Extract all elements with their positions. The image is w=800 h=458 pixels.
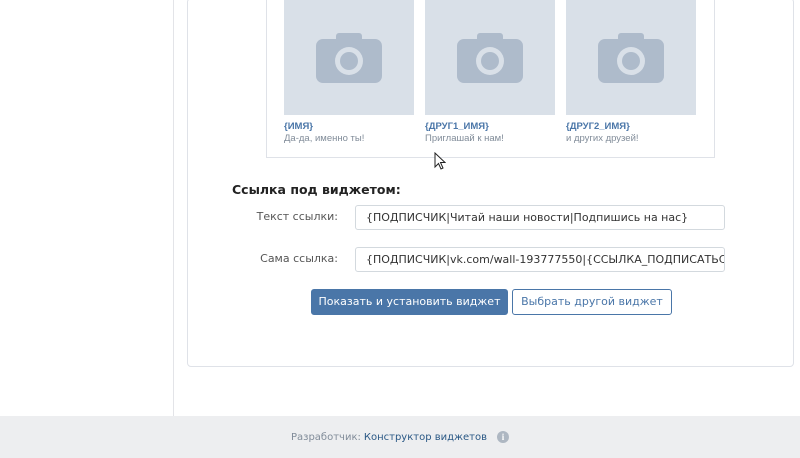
widget-preview: {ИМЯ} Да-да, именно ты! {ДРУГ1_ИМЯ} Приг… [266, 0, 715, 158]
link-text-input[interactable]: {ПОДПИСЧИК|Читай наши новости|Подпишись … [355, 205, 725, 230]
tile-description: Приглашай к нам! [425, 133, 504, 144]
link-url-label: Сама ссылка: [260, 252, 338, 265]
photo-placeholder [284, 0, 414, 115]
choose-other-widget-button[interactable]: Выбрать другой виджет [512, 289, 672, 315]
developer-label: Разработчик: [290, 431, 361, 443]
tile-name: {ИМЯ} [284, 121, 313, 132]
preview-tile-user: {ИМЯ} Да-да, именно ты! [284, 0, 414, 144]
camera-icon [316, 32, 382, 83]
camera-icon [598, 32, 664, 83]
preview-tile-friend1: {ДРУГ1_ИМЯ} Приглашай к нам! [425, 0, 555, 144]
photo-placeholder [425, 0, 555, 115]
footer: Разработчик: Конструктор виджетов i [0, 416, 800, 458]
preview-tile-friend2: {ДРУГ2_ИМЯ} и других друзей! [566, 0, 696, 144]
mouse-cursor-icon [434, 152, 446, 170]
show-install-widget-button[interactable]: Показать и установить виджет [311, 289, 508, 315]
tile-description: и других друзей! [566, 133, 639, 144]
link-section-title: Ссылка под виджетом: [232, 182, 401, 197]
left-sidebar [0, 0, 174, 416]
photo-placeholder [566, 0, 696, 115]
info-icon[interactable]: i [497, 431, 510, 443]
tile-name: {ДРУГ1_ИМЯ} [425, 121, 489, 132]
tile-description: Да-да, именно ты! [284, 133, 365, 144]
link-url-input[interactable]: {ПОДПИСЧИК|vk.com/wall-193777550|{ССЫЛКА… [355, 247, 725, 272]
camera-icon [457, 32, 523, 83]
link-text-label: Текст ссылки: [256, 210, 338, 223]
tile-name: {ДРУГ2_ИМЯ} [566, 121, 630, 132]
developer-link[interactable]: Конструктор виджетов [364, 432, 487, 443]
